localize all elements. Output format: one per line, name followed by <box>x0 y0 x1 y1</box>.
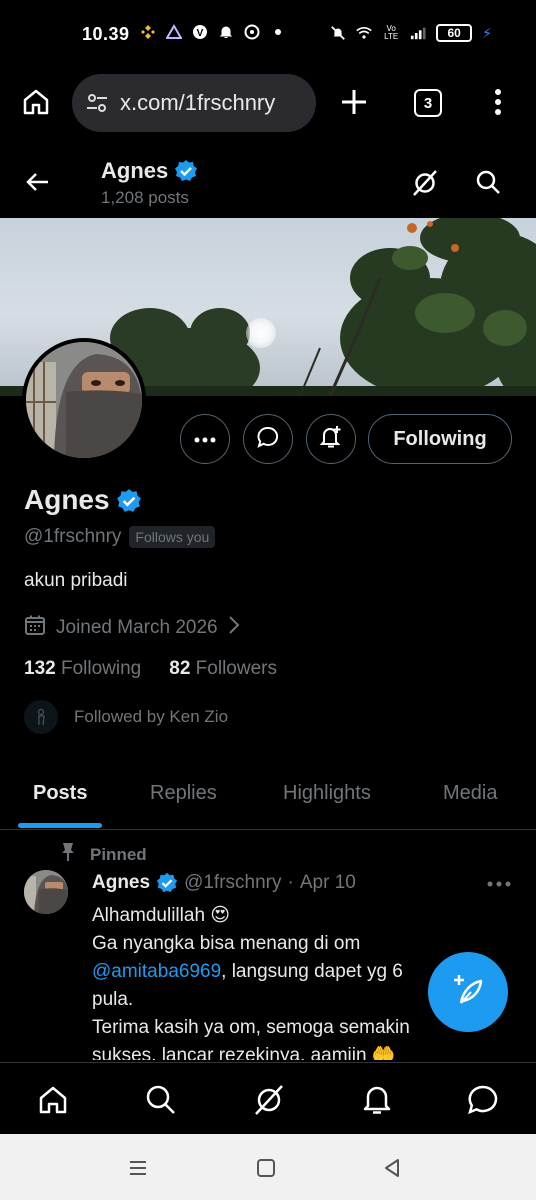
followed-by-text: Followed by Ken Zio <box>74 707 229 726</box>
follows-you-badge: Follows you <box>129 526 216 548</box>
post-avatar[interactable] <box>24 870 68 914</box>
post-line-rest: , langsung dapet yg 6 <box>221 961 403 982</box>
header-name: Agnes <box>101 158 198 184</box>
post-line: Alhamdulillah 😍 <box>92 905 231 926</box>
post-date[interactable]: Apr 10 <box>300 872 356 894</box>
profile-handle: @1frschnry <box>24 526 122 547</box>
volte-icon: Vo LTE <box>384 24 399 41</box>
joined-text: Joined March 2026 <box>56 617 218 638</box>
verified-badge-icon <box>174 159 198 183</box>
profile-joined[interactable]: Joined March 2026 <box>24 614 240 642</box>
tab-replies[interactable]: Replies <box>150 782 217 805</box>
binance-icon <box>140 24 156 40</box>
tab-switcher-button[interactable]: 3 <box>414 89 442 117</box>
app-icon <box>244 24 260 40</box>
following-label: Following <box>60 658 142 679</box>
bell-icon <box>218 24 234 40</box>
message-button[interactable] <box>243 414 293 464</box>
url-bar[interactable]: x.com/1frschnry <box>72 74 316 132</box>
svg-text:V: V <box>197 28 204 39</box>
battery-indicator: 60 <box>436 24 473 42</box>
post-mention-link[interactable]: @amitaba6969 <box>92 961 221 982</box>
system-home-icon[interactable] <box>254 1156 278 1180</box>
nav-notifications-icon[interactable] <box>360 1083 394 1117</box>
profile-name-text: Agnes <box>24 484 110 515</box>
signal-icon <box>410 25 426 41</box>
charging-icon: ⚡ <box>482 24 492 41</box>
header-posts-count: 1,208 posts <box>101 188 189 207</box>
following-button[interactable]: Following <box>368 414 512 464</box>
tab-highlights[interactable]: Highlights <box>283 782 371 805</box>
calendar-icon <box>24 614 46 642</box>
system-status-icons: Vo LTE 60 ⚡ <box>330 24 492 42</box>
profile-bio: akun pribadi <box>24 570 128 591</box>
new-tab-icon[interactable] <box>338 86 370 118</box>
profile-tabs: Posts Replies Highlights Media <box>0 760 536 830</box>
followers-count: 82 <box>169 658 191 679</box>
followed-by-row[interactable]: Followed by Ken Zio <box>24 700 228 734</box>
active-tab-indicator <box>18 823 102 828</box>
followers-label: Followers <box>195 658 277 679</box>
more-options-button[interactable] <box>180 414 230 464</box>
search-icon[interactable] <box>474 168 502 196</box>
site-settings-icon[interactable] <box>86 92 108 114</box>
post-author-handle[interactable]: @1frschnry <box>184 872 281 894</box>
profile-avatar[interactable] <box>22 338 146 462</box>
recent-apps-icon[interactable] <box>126 1156 150 1180</box>
nav-messages-icon[interactable] <box>466 1083 500 1117</box>
pinned-label: Pinned <box>90 844 147 864</box>
verified-badge-icon <box>156 872 178 894</box>
post-line: sukses, lancar rezekinya, aamiin 🤲 <box>92 1045 396 1060</box>
profile-name: Agnes <box>24 484 141 516</box>
verified-badge-icon[interactable] <box>116 488 141 512</box>
header-name-text: Agnes <box>101 158 169 183</box>
nav-search-icon[interactable] <box>144 1083 178 1117</box>
post-header: Agnes @1frschnry · Apr 10 <box>92 872 356 894</box>
notification-bell-plus-icon <box>318 424 344 455</box>
follower-avatar <box>24 700 58 734</box>
status-bar: 10.39 V Vo LTE 60 ⚡ <box>0 0 536 66</box>
post-more-icon[interactable] <box>486 876 512 892</box>
profile-stats: 132 Following 82 Followers <box>24 658 277 680</box>
dot-icon <box>270 24 286 40</box>
notification-icons: V <box>140 24 286 40</box>
more-icon <box>194 430 216 448</box>
post-line: Ga nyangka bisa menang di om <box>92 933 361 954</box>
grok-icon[interactable] <box>410 168 440 198</box>
following-count: 132 <box>24 658 56 679</box>
url-text: x.com/1frschnry <box>120 90 276 115</box>
browser-toolbar: x.com/1frschnry 3 <box>0 66 536 140</box>
compose-feather-icon <box>449 971 487 1014</box>
vpn-icon: V <box>192 24 208 40</box>
post-author-name[interactable]: Agnes <box>92 872 150 894</box>
system-back-icon[interactable] <box>380 1156 404 1180</box>
followers-stat[interactable]: 82 Followers <box>169 658 277 680</box>
browser-menu-icon[interactable] <box>486 86 510 118</box>
app-notification-icon <box>166 24 182 40</box>
message-icon <box>256 425 280 454</box>
status-time: 10.39 <box>82 24 130 44</box>
tab-media[interactable]: Media <box>443 782 497 805</box>
compose-post-button[interactable] <box>428 952 508 1032</box>
following-stat[interactable]: 132 Following <box>24 658 141 680</box>
nav-grok-icon[interactable] <box>252 1083 286 1117</box>
notifications-toggle-button[interactable] <box>306 414 356 464</box>
pin-icon <box>60 842 76 867</box>
profile-handle-row: @1frschnry Follows you <box>24 526 216 548</box>
system-navigation-bar <box>0 1134 536 1200</box>
pinned-label-row: Pinned <box>60 842 147 867</box>
banner-sun <box>246 318 276 348</box>
chevron-right-icon <box>228 615 240 641</box>
mute-icon <box>330 25 346 41</box>
tab-posts[interactable]: Posts <box>33 782 87 805</box>
browser-home-icon[interactable] <box>20 86 52 118</box>
nav-home-icon[interactable] <box>36 1083 70 1117</box>
profile-header-bar: Agnes 1,208 posts <box>0 146 536 218</box>
post-separator: · <box>287 872 294 893</box>
wifi-icon <box>356 25 372 41</box>
bottom-navigation <box>0 1062 536 1134</box>
back-arrow-icon[interactable] <box>24 168 52 196</box>
